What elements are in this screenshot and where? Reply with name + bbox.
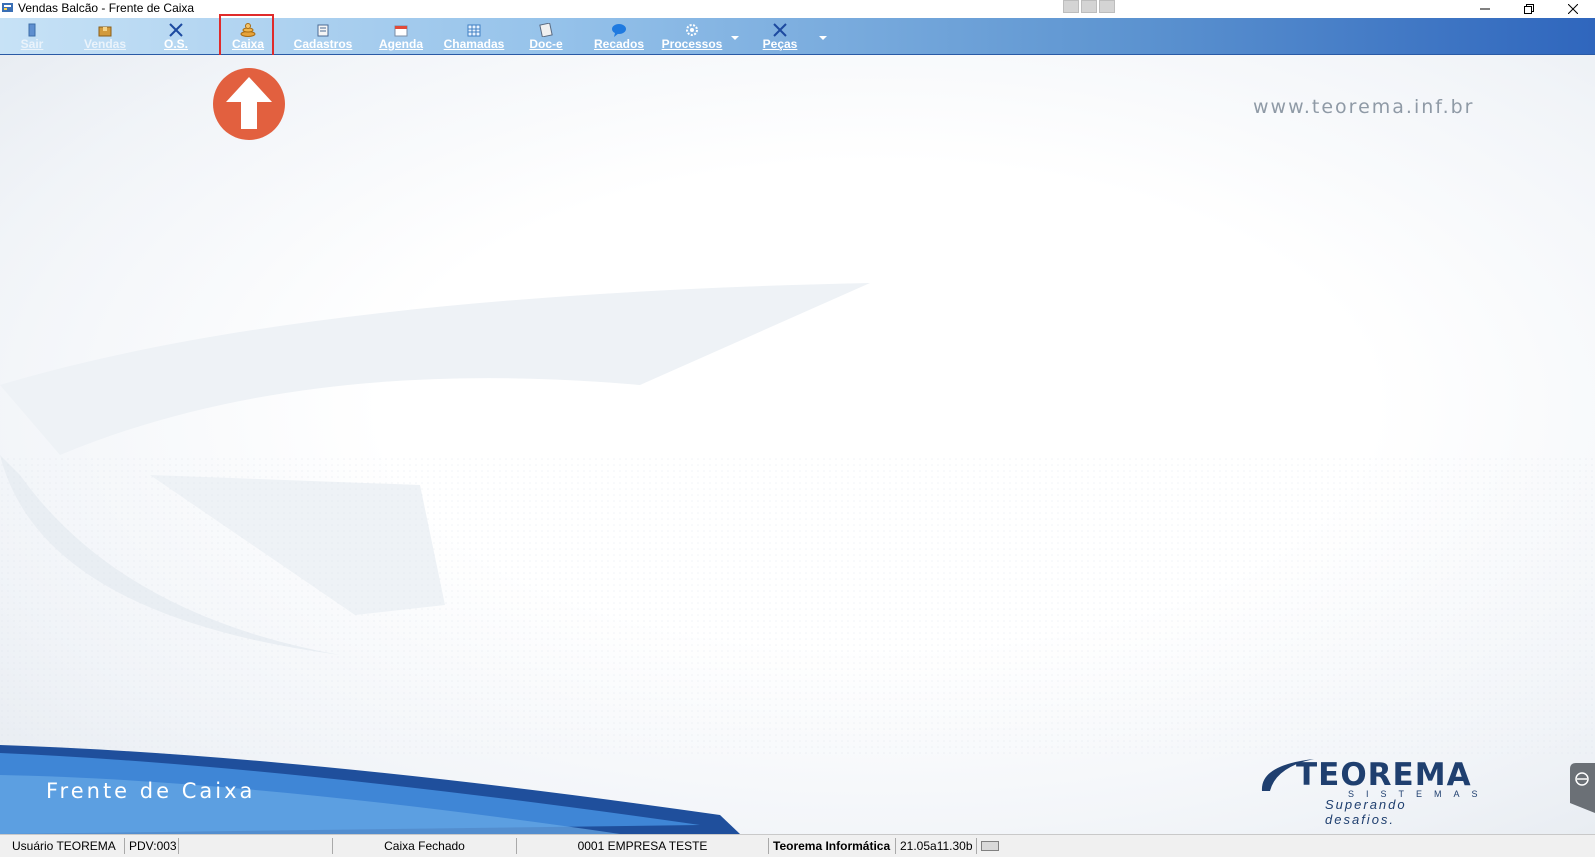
toolbar-agenda[interactable]: Agenda	[376, 18, 426, 54]
gear-icon	[684, 23, 700, 37]
restore-button[interactable]	[1507, 0, 1551, 18]
toolbar-recados[interactable]: Recados	[591, 18, 647, 54]
status-empresa: 0001 EMPRESA TESTE	[517, 838, 769, 854]
status-vendor: Teorema Informática	[769, 838, 896, 854]
toolbar-sair[interactable]: Sair	[18, 18, 46, 54]
layout-tool-icon[interactable]	[1081, 0, 1097, 13]
toolbar-chamadas-label: Chamadas	[443, 37, 505, 51]
logo-name: TEOREMA	[1296, 757, 1472, 793]
box-icon	[97, 23, 113, 37]
status-empty	[179, 838, 333, 854]
toolbar-doce[interactable]: Doc-e	[526, 18, 566, 54]
door-icon	[24, 23, 40, 37]
caixa-highlight-box	[219, 14, 274, 57]
processos-dropdown-icon[interactable]	[730, 34, 740, 42]
close-icon	[1568, 4, 1578, 14]
background-watermark-t	[0, 283, 1595, 755]
close-button[interactable]	[1551, 0, 1595, 18]
toolbar-more-dropdown-icon[interactable]	[818, 34, 828, 42]
keyboard-icon	[981, 841, 999, 851]
toolbar-cadastros-label: Cadastros	[293, 37, 353, 51]
status-keyboard	[977, 838, 1007, 854]
toolbar-cadastros[interactable]: Cadastros	[292, 18, 354, 54]
minimize-button[interactable]	[1463, 0, 1507, 18]
grid-icon	[466, 23, 482, 37]
status-pdv: PDV:003	[125, 838, 179, 854]
toolbar-pecas[interactable]: Peças	[760, 18, 800, 54]
banner-title: Frente de Caixa	[46, 779, 256, 803]
side-panel-toggle-icon[interactable]	[1568, 763, 1595, 813]
grid-tool-icon[interactable]	[1063, 0, 1079, 13]
app-icon	[2, 3, 13, 12]
form-icon	[315, 23, 331, 37]
restore-icon	[1524, 4, 1534, 14]
toolbar-processos-label: Processos	[661, 37, 723, 51]
website-url: www.teorema.inf.br	[1253, 96, 1475, 118]
calendar-icon	[393, 23, 409, 37]
toolbar-vendas[interactable]: Vendas	[83, 18, 127, 54]
status-bar: Usuário TEOREMA PDV:003 Caixa Fechado 00…	[0, 834, 1595, 857]
chat-bubble-icon	[611, 23, 627, 37]
toolbar-chamadas[interactable]: Chamadas	[443, 18, 505, 54]
collapse-tool-icon[interactable]	[1099, 0, 1115, 13]
logo-tagline: Superando desafios.	[1325, 797, 1407, 827]
window-title: Vendas Balcão - Frente de Caixa	[18, 1, 195, 15]
toolbar-sair-label: Sair	[20, 37, 44, 51]
up-arrow-icon	[213, 68, 285, 140]
toolbar-os[interactable]: O.S.	[162, 18, 190, 54]
wrench-icon	[772, 23, 788, 37]
toolbar-doce-label: Doc-e	[529, 37, 563, 51]
toolbar-vendas-label: Vendas	[83, 37, 127, 51]
mini-tools	[1063, 0, 1115, 13]
document-icon	[538, 23, 554, 37]
toolbar-agenda-label: Agenda	[378, 37, 423, 51]
toolbar-recados-label: Recados	[593, 37, 645, 51]
status-caixa: Caixa Fechado	[333, 838, 517, 854]
main-area: www.teorema.inf.br Frente de Caixa TEORE…	[0, 55, 1595, 834]
tools-icon	[168, 23, 184, 37]
toolbar-pecas-label: Peças	[762, 37, 798, 51]
toolbar-processos[interactable]: Processos	[660, 18, 724, 54]
status-version: 21.05a11.30b	[896, 838, 977, 854]
status-user: Usuário TEOREMA	[8, 838, 125, 854]
toolbar-os-label: O.S.	[163, 37, 188, 51]
minimize-icon	[1480, 8, 1490, 10]
